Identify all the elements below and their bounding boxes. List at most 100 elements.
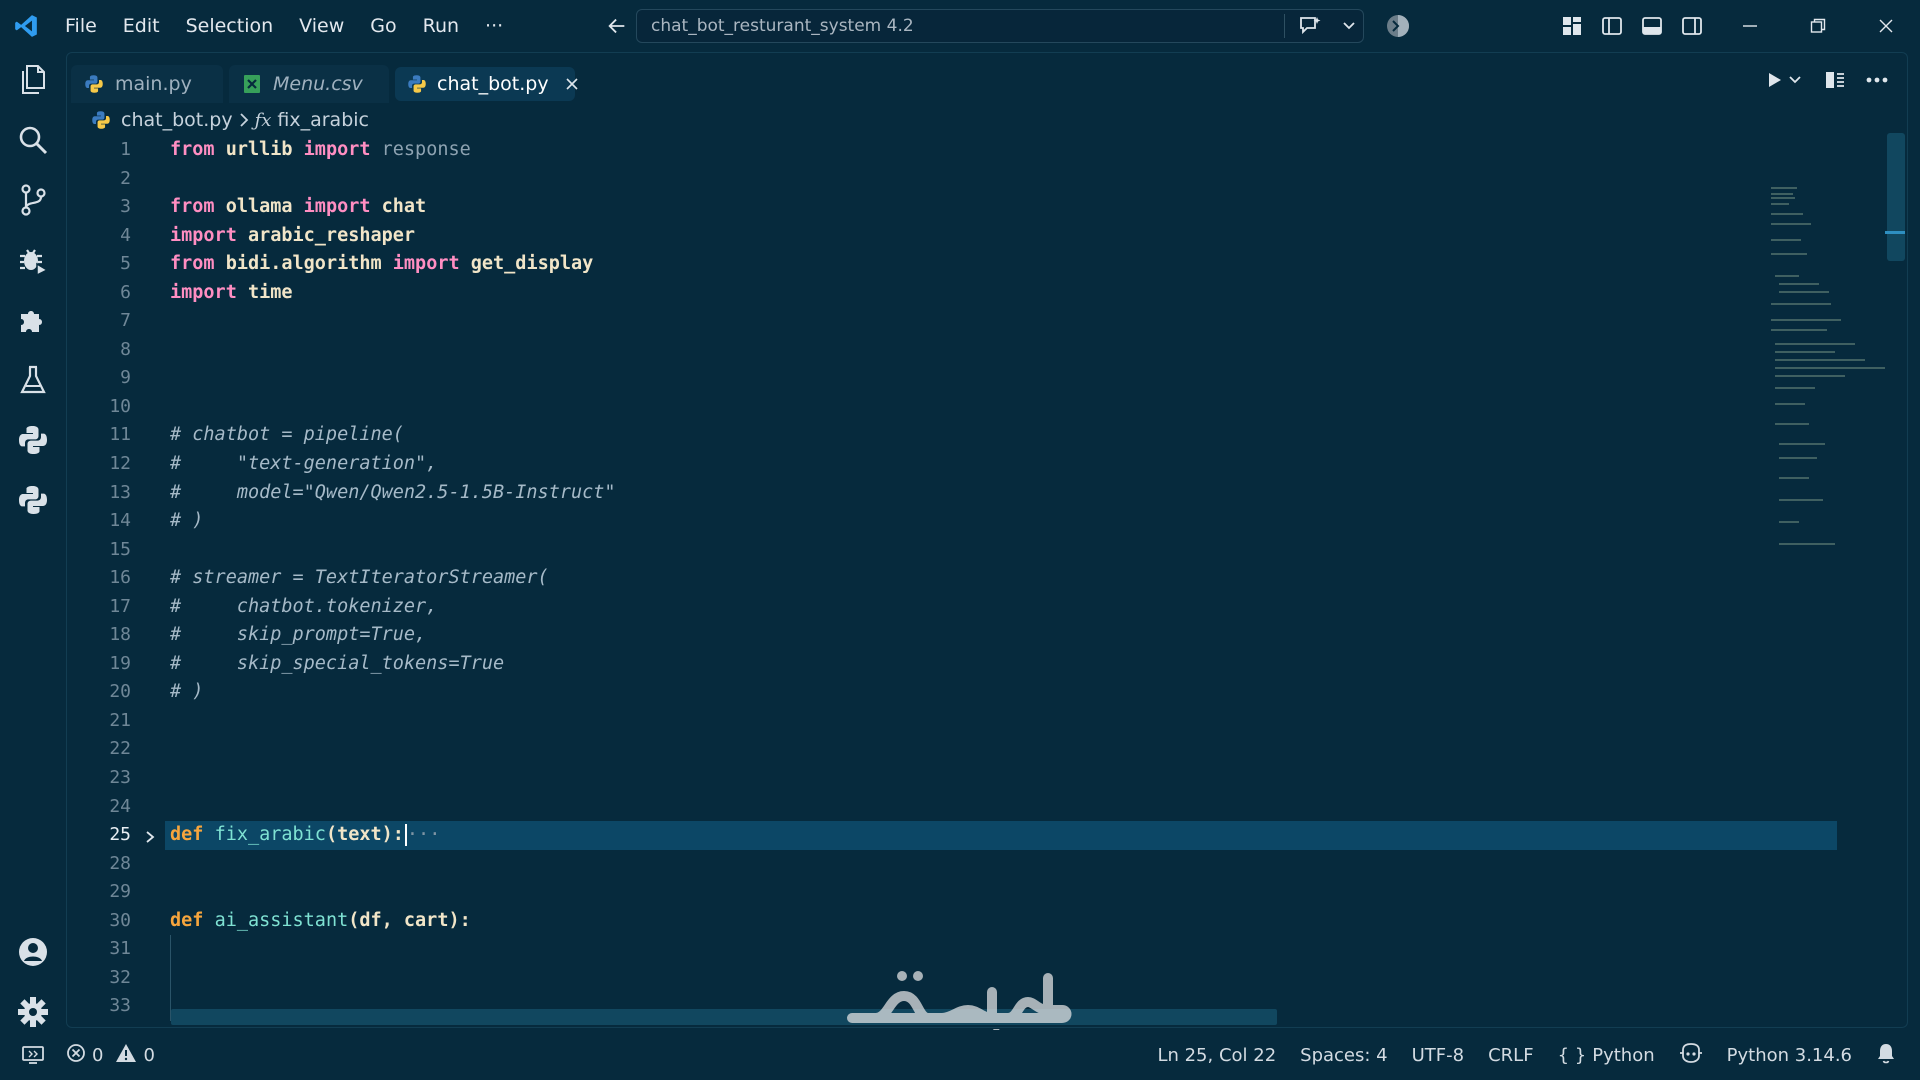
menu-run[interactable]: Run	[410, 0, 472, 52]
indent-guide	[170, 963, 171, 993]
line-number: 17	[109, 595, 131, 617]
breadcrumb-symbol[interactable]: fix_arabic	[277, 109, 369, 131]
python-file-icon	[407, 73, 427, 95]
minimap-line	[1771, 213, 1803, 215]
close-tab-icon[interactable]	[565, 75, 579, 93]
line-number: 2	[120, 167, 131, 189]
run-python-file-icon[interactable]	[1763, 67, 1807, 93]
minimap-line	[1779, 499, 1823, 501]
split-editor-icon[interactable]	[1821, 67, 1849, 93]
language-label: Python	[1592, 1044, 1655, 1066]
line-number: 22	[109, 738, 131, 760]
source-control-icon[interactable]	[13, 180, 53, 220]
remote-window-icon[interactable]	[0, 1030, 66, 1080]
search-icon[interactable]	[13, 120, 53, 160]
command-center-search[interactable]: chat_bot_resturant_system 4.2	[636, 9, 1364, 43]
braces-icon: { }	[1557, 1044, 1587, 1066]
menu-more[interactable]: ···	[472, 0, 516, 52]
code-comment: # streamer = TextIteratorStreamer(	[170, 567, 549, 589]
testing-flask-icon[interactable]	[13, 360, 53, 400]
file-encoding[interactable]: UTF-8	[1412, 1045, 1464, 1066]
minimap-line	[1779, 477, 1809, 479]
code-comment: # "text-generation",	[170, 453, 438, 475]
toggle-panel-icon[interactable]	[1638, 12, 1666, 40]
warning-icon	[115, 1043, 137, 1068]
code-line: 30 def ai_assistant(df, cart):	[67, 907, 1837, 936]
menu-file[interactable]: File	[52, 0, 110, 52]
python-interpreter[interactable]: Python 3.14.6	[1727, 1045, 1852, 1066]
code-text: def ai_assistant(df, cart):	[170, 909, 471, 931]
chevron-down-icon[interactable]	[1335, 9, 1363, 43]
menu-edit[interactable]: Edit	[110, 0, 173, 52]
editor-group: main.py Menu.csv chat_bot.py chat_bot.py…	[66, 52, 1908, 1028]
code-line: 9	[67, 364, 1837, 393]
code-editor[interactable]: 1 from urllib import response 2 3 from o…	[67, 136, 1837, 1021]
code-line: 31	[67, 935, 1837, 964]
close-window-icon[interactable]	[1852, 0, 1920, 52]
explorer-files-icon[interactable]	[13, 60, 53, 100]
tab-main-py[interactable]: main.py	[71, 65, 223, 103]
extensions-icon[interactable]	[13, 300, 53, 340]
line-number: 11	[109, 424, 131, 446]
code-line: 15	[67, 536, 1837, 565]
minimap-line	[1775, 387, 1815, 389]
python-icon[interactable]	[13, 420, 53, 460]
fold-chevron-right-icon[interactable]	[143, 829, 157, 843]
cursor-position[interactable]: Ln 25, Col 22	[1157, 1045, 1276, 1066]
tab-chat-bot-py[interactable]: chat_bot.py	[395, 67, 578, 101]
language-mode[interactable]: { } Python	[1558, 1045, 1655, 1066]
minimap-line	[1771, 303, 1831, 305]
folded-code-ellipsis[interactable]: ···	[407, 824, 440, 845]
horizontal-scrollbar-thumb[interactable]	[171, 1009, 1277, 1025]
vertical-scrollbar-thumb[interactable]	[1887, 133, 1905, 261]
chat-sparkle-icon[interactable]	[1285, 9, 1335, 43]
restore-icon[interactable]	[1784, 0, 1852, 52]
current-code-line: 25 def fix_arabic(text): ···	[67, 821, 1837, 850]
warning-count: 0	[143, 1044, 155, 1066]
line-number: 29	[109, 881, 131, 903]
more-actions-icon[interactable]	[1863, 67, 1891, 93]
code-line: 4 import arabic_reshaper	[67, 222, 1837, 251]
account-icon[interactable]	[13, 932, 53, 972]
minimap[interactable]	[1767, 133, 1887, 933]
code-line: 6 import time	[67, 279, 1837, 308]
indentation-setting[interactable]: Spaces: 4	[1300, 1045, 1387, 1066]
copilot-icon[interactable]	[1384, 12, 1412, 40]
notifications-bell-icon[interactable]	[1876, 1042, 1896, 1069]
tab-label: Menu.csv	[273, 73, 363, 95]
minimap-line	[1775, 343, 1855, 345]
customize-layout-icon[interactable]	[1558, 12, 1586, 40]
toggle-secondary-sidebar-icon[interactable]	[1678, 12, 1706, 40]
minimap-line	[1771, 203, 1789, 205]
python-environments-icon[interactable]	[13, 480, 53, 520]
back-arrow-icon[interactable]	[604, 13, 630, 39]
problems-indicator[interactable]: 0 0	[66, 1043, 155, 1068]
chevron-right-icon	[239, 112, 249, 128]
menu-view[interactable]: View	[286, 0, 357, 52]
code-line: 2	[67, 165, 1837, 194]
status-bar: 0 0 Ln 25, Col 22 Spaces: 4 UTF-8 CRLF {…	[0, 1030, 1920, 1080]
minimap-line	[1771, 329, 1827, 331]
error-icon	[66, 1043, 86, 1068]
settings-gear-icon[interactable]	[13, 992, 53, 1032]
end-of-line-sequence[interactable]: CRLF	[1488, 1045, 1533, 1066]
copilot-status-icon[interactable]	[1679, 1042, 1703, 1069]
breadcrumb-file[interactable]: chat_bot.py	[121, 109, 233, 131]
menu-selection[interactable]: Selection	[173, 0, 287, 52]
menu-go[interactable]: Go	[357, 0, 409, 52]
minimap-line	[1771, 223, 1811, 225]
line-number: 20	[109, 681, 131, 703]
code-line: 32	[67, 963, 1837, 993]
minimap-line	[1771, 197, 1795, 199]
python-file-icon	[83, 73, 105, 95]
minimize-icon[interactable]	[1716, 0, 1784, 52]
minimap-line	[1771, 319, 1841, 321]
code-line: 7	[67, 307, 1837, 336]
code-line: 24	[67, 793, 1837, 822]
run-debug-icon[interactable]	[13, 240, 53, 280]
toggle-primary-sidebar-icon[interactable]	[1598, 12, 1626, 40]
line-number: 1	[120, 139, 131, 160]
function-symbol-icon: ƒx	[254, 109, 272, 131]
tab-menu-csv[interactable]: Menu.csv	[229, 65, 389, 103]
line-number: 24	[109, 795, 131, 817]
